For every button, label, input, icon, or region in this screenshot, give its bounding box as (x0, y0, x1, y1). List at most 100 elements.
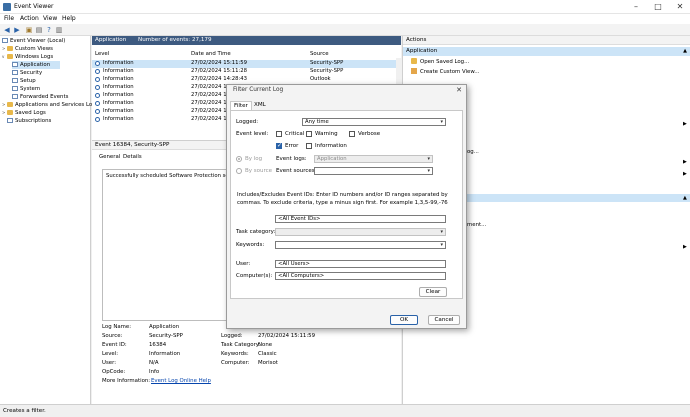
event-viewer-icon (3, 3, 11, 11)
field-value: Classic (258, 351, 277, 357)
event-level-label: Event level: (236, 131, 269, 137)
tree-item-forwarded-events[interactable]: Forwarded Events (12, 93, 68, 101)
close-icon[interactable]: ✕ (456, 86, 462, 94)
tab-details[interactable]: Details (123, 154, 142, 160)
field-label: Event ID: (102, 342, 127, 348)
field-value: None (258, 342, 273, 348)
back-icon[interactable]: ◀ (3, 26, 11, 34)
tab-xml[interactable]: XML (251, 101, 269, 110)
event-log-online-help-link[interactable]: Event Log Online Help (151, 378, 211, 384)
tree-item-security[interactable]: Security (12, 69, 42, 77)
panel-icon[interactable]: ▥ (55, 26, 63, 34)
keywords-label: Keywords: (236, 242, 265, 248)
chevron-up-icon[interactable]: ▲ (683, 195, 687, 201)
properties-icon[interactable]: ▤ (35, 26, 43, 34)
field-label: More Information: (102, 378, 151, 384)
menu-action[interactable]: Action (20, 15, 39, 22)
menu-file[interactable]: File (4, 15, 14, 22)
tree-item-setup[interactable]: Setup (12, 77, 36, 85)
help-icon[interactable]: ? (45, 26, 53, 34)
by-log-radio[interactable] (236, 156, 242, 162)
field-value: Security-SPP (149, 333, 183, 339)
chevron-down-icon: ▾ (427, 156, 430, 162)
tree-item-application[interactable]: Application (12, 61, 60, 69)
table-row[interactable]: Information 27/02/2024 15:11:59 Security… (92, 60, 401, 68)
tab-general[interactable]: General (99, 154, 120, 160)
event-ids-description: Includes/Excludes Event IDs: Enter ID nu… (237, 192, 448, 206)
event-ids-input[interactable]: <All Event IDs> (275, 215, 446, 223)
field-label: Source: (102, 333, 123, 339)
ok-button[interactable]: OK (390, 315, 418, 325)
log-icon (12, 85, 18, 91)
verbose-checkbox[interactable] (349, 131, 355, 137)
task-category-label: Task category: (236, 229, 276, 235)
table-row[interactable]: Information 27/02/2024 15:11:28 Security… (92, 68, 401, 76)
chevron-down-icon: ▾ (440, 242, 443, 248)
field-value: Application (149, 324, 180, 330)
logged-select[interactable]: Any time ▾ (302, 118, 446, 126)
field-label: Log Name: (102, 324, 132, 330)
minimize-button[interactable]: – (628, 1, 644, 13)
error-checkbox[interactable] (276, 142, 282, 149)
folder-icon (411, 58, 417, 64)
by-log-label: By log (245, 156, 263, 162)
event-sources-select[interactable]: ▾ (314, 167, 433, 175)
tree-item-saved-logs[interactable]: > Saved Logs (2, 109, 46, 117)
forward-icon[interactable]: ▶ (13, 26, 21, 34)
field-label: User: (102, 360, 117, 366)
tree-item-applications-and-services[interactable]: > Applications and Services Lo (2, 101, 92, 109)
clear-button[interactable]: Clear (419, 287, 447, 297)
tree-item-custom-views[interactable]: > Custom Views (2, 45, 53, 53)
chevron-down-icon: ▾ (427, 168, 430, 174)
error-label: Error (285, 143, 299, 149)
user-input[interactable]: <All Users> (275, 260, 446, 268)
cancel-button[interactable]: Cancel (428, 315, 460, 325)
folder-icon (7, 109, 13, 115)
information-label: Information (315, 143, 347, 149)
maximize-button[interactable]: □ (650, 1, 666, 13)
folder-icon[interactable]: ▣ (25, 26, 33, 34)
chevron-right-icon[interactable]: ▶ (683, 244, 687, 250)
event-logs-label: Event logs: (276, 156, 307, 162)
keywords-select[interactable]: ▾ (275, 241, 446, 249)
information-icon (95, 69, 100, 74)
column-source[interactable]: Source (310, 50, 329, 58)
folder-icon (7, 53, 13, 59)
actions-header: Actions (403, 36, 690, 45)
filter-panel: Logged: Any time ▾ Event level: Critical… (230, 110, 463, 299)
column-level[interactable]: Level (95, 50, 109, 58)
warning-checkbox[interactable] (306, 131, 312, 137)
tree-item-subscriptions[interactable]: Subscriptions (7, 117, 51, 125)
action-partial[interactable]: ment... (467, 222, 486, 228)
chevron-right-icon[interactable]: ▶ (683, 171, 687, 177)
chevron-right-icon[interactable]: ▶ (683, 121, 687, 127)
verbose-label: Verbose (358, 131, 381, 137)
computer-input[interactable]: <All Computers> (275, 272, 446, 280)
information-checkbox[interactable] (306, 143, 312, 149)
log-icon (12, 77, 18, 83)
actions-section-application[interactable]: Application ▲ (403, 47, 690, 56)
chevron-right-icon[interactable]: ▶ (683, 159, 687, 165)
menu-view[interactable]: View (43, 15, 57, 22)
table-row[interactable]: Information 27/02/2024 14:28:43 Outlook (92, 76, 401, 84)
tree-item-windows-logs[interactable]: v Windows Logs (2, 53, 53, 61)
critical-checkbox[interactable] (276, 131, 282, 137)
folder-icon (7, 45, 13, 51)
log-icon (12, 61, 18, 67)
column-date-time[interactable]: Date and Time (191, 50, 231, 58)
action-open-saved-log[interactable]: Open Saved Log... (411, 58, 469, 65)
by-source-radio[interactable] (236, 168, 242, 174)
close-button[interactable]: ✕ (672, 1, 688, 13)
chevron-up-icon[interactable]: ▲ (683, 47, 687, 56)
menu-help[interactable]: Help (62, 15, 76, 22)
action-partial[interactable]: og... (467, 149, 479, 155)
tree-item-system[interactable]: System (12, 85, 40, 93)
task-category-select[interactable]: ▾ (275, 228, 446, 236)
action-create-custom-view[interactable]: Create Custom View... (411, 68, 479, 75)
tree-item-event-viewer-local[interactable]: Event Viewer (Local) (2, 37, 65, 45)
event-logs-select[interactable]: Application ▾ (314, 155, 433, 163)
computer-label: Computer(s): (236, 273, 273, 279)
event-list-header: Application Number of events: 27,179 (92, 36, 401, 45)
menu-bar: File Action View Help (0, 14, 690, 24)
tab-filter[interactable]: Filter (230, 101, 252, 110)
